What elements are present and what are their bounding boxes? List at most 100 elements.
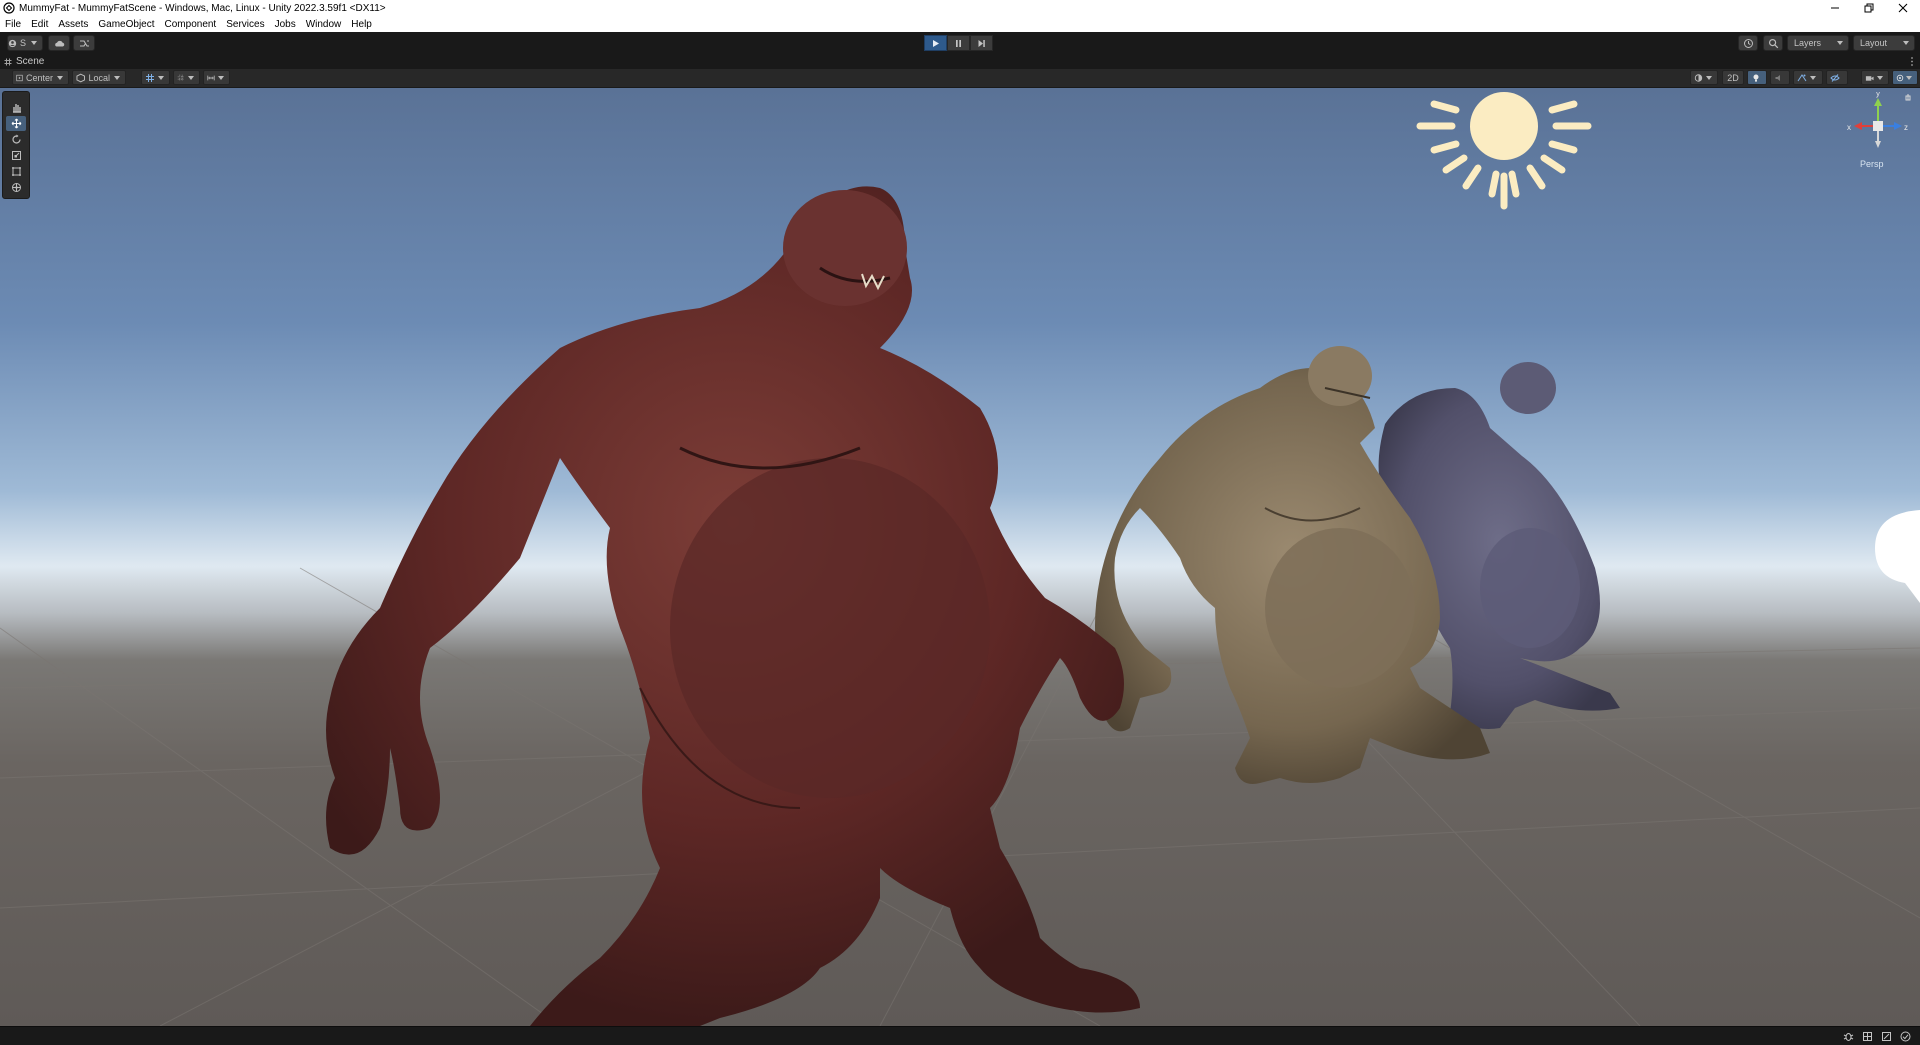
chevron-down-icon (158, 75, 164, 80)
lighting-status-icon[interactable] (1862, 1031, 1873, 1042)
pause-icon (956, 39, 961, 47)
gizmos-icon (1896, 74, 1904, 81)
chevron-down-icon (57, 75, 63, 80)
version-control-button[interactable] (73, 35, 95, 51)
minimize-button[interactable] (1818, 0, 1852, 16)
scene-render (0, 92, 1920, 1026)
account-icon (8, 39, 17, 47)
layers-label: Layers (1794, 38, 1822, 48)
pause-button[interactable] (947, 35, 970, 51)
grid-visibility-toggle[interactable] (173, 70, 200, 85)
window-titlebar: MummyFat - MummyFatScene - Windows, Mac,… (0, 0, 1920, 16)
mode-2d-label: 2D (1727, 72, 1739, 83)
shading-mode-icon (1694, 73, 1703, 82)
account-label: S (19, 38, 26, 48)
grid-icon (177, 74, 185, 81)
menu-component[interactable]: Component (160, 19, 222, 30)
hand-tool[interactable] (6, 100, 26, 115)
rect-tool[interactable] (6, 164, 26, 179)
transform-tool[interactable] (6, 180, 26, 195)
bug-icon[interactable] (1843, 1031, 1854, 1042)
layout-label: Layout (1860, 38, 1888, 48)
cloud-icon (54, 40, 64, 46)
menu-assets[interactable]: Assets (53, 19, 93, 30)
menu-gameobject[interactable]: GameObject (93, 19, 159, 30)
tab-scene[interactable]: Scene (0, 54, 55, 69)
scene-toolbar: Center Local 2D (0, 69, 1920, 88)
chevron-down-icon (114, 75, 120, 80)
chevron-down-icon (1706, 75, 1712, 80)
scene-visibility-toggle[interactable] (1826, 70, 1848, 85)
grid-snap-icon (146, 73, 154, 82)
playmode-controls (924, 35, 993, 51)
menu-bar: File Edit Assets GameObject Component Se… (0, 16, 1920, 32)
restore-icon (1864, 3, 1874, 13)
scene-hash-icon (4, 58, 12, 65)
step-icon (978, 39, 985, 47)
more-options-icon[interactable] (1910, 56, 1914, 67)
menu-jobs[interactable]: Jobs (270, 19, 301, 30)
projection-label[interactable]: Persp (1860, 159, 1884, 169)
menu-edit[interactable]: Edit (26, 19, 53, 30)
scene-viewport[interactable] (0, 88, 1920, 1026)
chevron-down-icon (218, 75, 224, 80)
effects-dropdown[interactable] (1793, 70, 1823, 85)
sun-core (1470, 92, 1538, 160)
restore-button[interactable] (1852, 0, 1886, 16)
layers-dropdown[interactable]: Layers (1787, 35, 1849, 51)
increment-snap-dropdown[interactable] (203, 70, 230, 85)
menu-services[interactable]: Services (221, 19, 269, 30)
checkmark-icon[interactable] (1900, 1031, 1911, 1042)
chevron-down-icon (1877, 75, 1883, 80)
transform-tool-icon (11, 183, 21, 192)
increment-snap-icon (207, 75, 215, 80)
effects-icon (1797, 73, 1807, 81)
chevron-down-icon (31, 41, 37, 45)
lock-icon[interactable] (1905, 94, 1911, 101)
play-button[interactable] (924, 35, 947, 51)
undo-history-button[interactable] (1738, 35, 1758, 51)
pivot-mode-dropdown[interactable]: Center (12, 70, 69, 85)
status-bar (0, 1026, 1920, 1045)
toggle-2d-button[interactable]: 2D (1722, 70, 1744, 85)
rotation-label: Local (88, 72, 110, 83)
chevron-down-icon (1837, 41, 1843, 45)
layout-dropdown[interactable]: Layout (1853, 35, 1915, 51)
close-icon (1898, 3, 1908, 13)
history-icon (1743, 38, 1753, 48)
main-toolbar: S Layers Layout (0, 32, 1920, 55)
menu-window[interactable]: Window (301, 19, 347, 30)
close-button[interactable] (1886, 0, 1920, 16)
local-rotation-icon (76, 73, 86, 82)
grid-snap-toggle[interactable] (141, 70, 170, 85)
partial-gizmo-object (1875, 510, 1920, 603)
step-button[interactable] (970, 35, 993, 51)
shading-mode-dropdown[interactable] (1690, 70, 1718, 85)
tool-palette (2, 91, 30, 199)
camera-settings-dropdown[interactable] (1861, 70, 1889, 85)
pivot-label: Center (25, 72, 53, 83)
scene-tab-strip: Scene (0, 54, 1920, 69)
window-title: MummyFat - MummyFatScene - Windows, Mac,… (19, 2, 386, 14)
rotate-tool[interactable] (6, 132, 26, 147)
menu-file[interactable]: File (0, 19, 26, 30)
lighting-toggle[interactable] (1747, 70, 1767, 85)
creature-red[interactable] (326, 186, 1140, 1026)
unity-logo-icon (3, 2, 15, 14)
version-control-icon (79, 39, 89, 47)
pivot-center-icon (16, 74, 23, 81)
play-icon (933, 39, 939, 47)
account-dropdown[interactable]: S (7, 35, 43, 51)
cloud-button[interactable] (48, 35, 70, 51)
visibility-icon (1830, 73, 1840, 82)
lighting-icon (1753, 74, 1759, 82)
menu-help[interactable]: Help (346, 19, 377, 30)
cache-icon[interactable] (1881, 1031, 1892, 1042)
tab-scene-label: Scene (16, 56, 45, 67)
scale-tool[interactable] (6, 148, 26, 163)
audio-toggle[interactable] (1770, 70, 1790, 85)
rotation-mode-dropdown[interactable]: Local (72, 70, 126, 85)
gizmos-dropdown[interactable] (1892, 70, 1918, 85)
move-tool[interactable] (6, 116, 26, 131)
search-button[interactable] (1763, 35, 1783, 51)
